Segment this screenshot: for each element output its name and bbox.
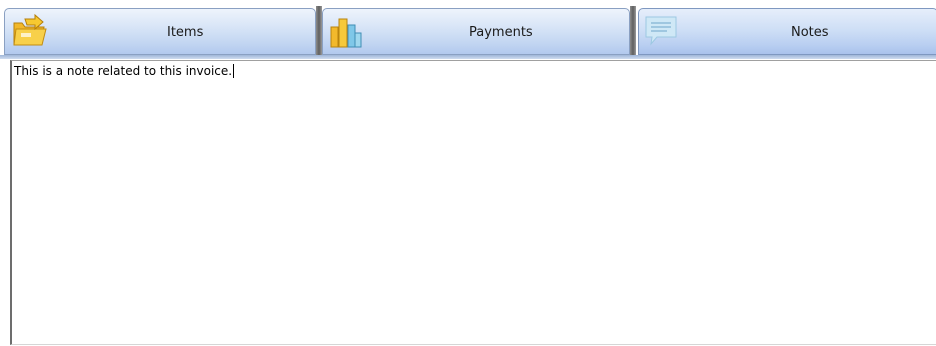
tab-notes-label: Notes — [791, 25, 829, 40]
tab-strip: Items Payments Notes — [0, 0, 936, 58]
speech-bubble-icon — [645, 16, 677, 46]
tab-panel-border — [0, 55, 936, 59]
bar-chart-icon — [330, 18, 362, 48]
tab-items[interactable]: Items — [4, 8, 316, 55]
tab-payments[interactable]: Payments — [322, 8, 630, 55]
notes-textarea[interactable]: This is a note related to this invoice. — [10, 60, 936, 345]
text-caret — [233, 64, 235, 78]
folder-arrow-icon — [13, 13, 47, 46]
tab-separator — [630, 6, 636, 56]
tab-payments-label: Payments — [469, 25, 533, 40]
notes-text: This is a note related to this invoice. — [14, 64, 233, 78]
tab-notes[interactable]: Notes — [638, 8, 936, 55]
tab-items-label: Items — [167, 25, 204, 40]
